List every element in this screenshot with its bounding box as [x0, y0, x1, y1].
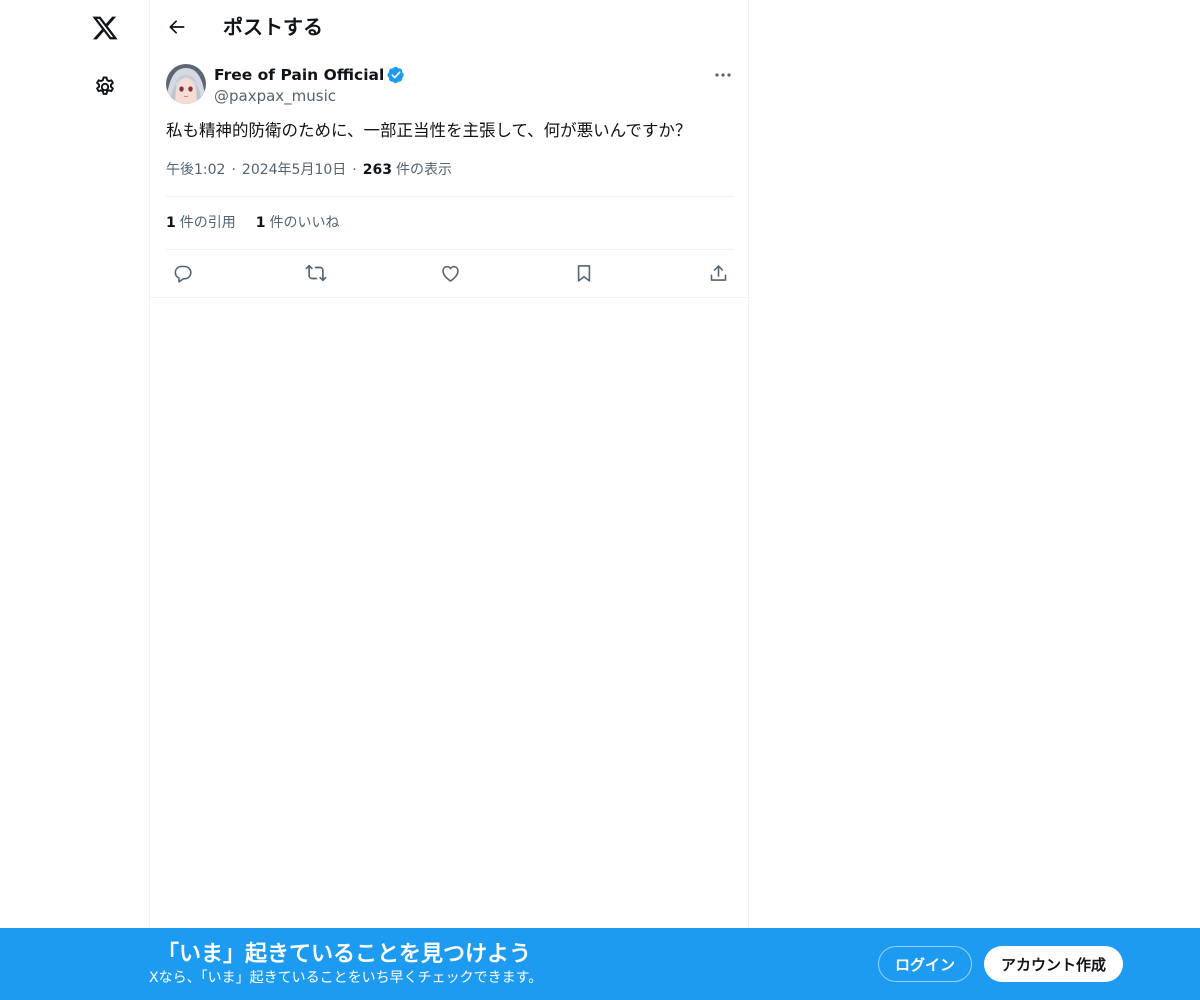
likes-stat[interactable]: 1 件のいいね	[256, 213, 340, 233]
post-date[interactable]: 2024年5月10日	[242, 160, 346, 180]
views-count: 263	[362, 162, 392, 178]
quotes-stat[interactable]: 1 件の引用	[166, 213, 236, 233]
gear-icon	[93, 75, 117, 99]
login-button[interactable]: ログイン	[878, 946, 972, 982]
quotes-count: 1	[166, 215, 176, 231]
repost-button[interactable]	[302, 259, 330, 287]
author-handle[interactable]: @paxpax_music	[214, 86, 336, 106]
bookmark-icon	[574, 263, 594, 283]
post-meta: 午後1:02 · 2024年5月10日 · 263 件の表示	[166, 160, 452, 180]
repost-icon	[305, 262, 327, 284]
main-column: ポストする Free of Pain Official @paxpax_musi…	[149, 0, 749, 1000]
reply-button[interactable]	[168, 259, 196, 287]
action-bar	[150, 259, 749, 287]
more-button[interactable]	[710, 65, 736, 85]
login-prompt-subtitle: Xなら、「いま」起きていることをいち早くチェックできます。	[149, 970, 543, 986]
share-icon	[708, 263, 729, 284]
left-rail	[0, 0, 150, 1000]
share-button[interactable]	[704, 259, 732, 287]
settings-button[interactable]	[87, 69, 123, 105]
page-header: ポストする	[150, 0, 749, 53]
verified-badge-icon	[387, 66, 405, 84]
divider	[166, 196, 734, 197]
page-title: ポストする	[223, 15, 323, 39]
author-name[interactable]: Free of Pain Official	[214, 64, 384, 86]
more-horizontal-icon	[714, 72, 732, 78]
divider	[150, 297, 749, 298]
login-prompt-title: 「いま」起きていることを見つけよう	[157, 942, 532, 967]
signup-button[interactable]: アカウント作成	[984, 946, 1123, 982]
author-name-row[interactable]: Free of Pain Official	[214, 64, 405, 86]
meta-separator: ·	[231, 162, 236, 178]
post-time[interactable]: 午後1:02	[166, 160, 225, 180]
bookmark-button[interactable]	[570, 259, 598, 287]
quotes-label: 件の引用	[179, 215, 236, 231]
divider	[166, 249, 734, 250]
arrow-left-icon	[167, 17, 187, 37]
x-logo-icon[interactable]	[87, 10, 123, 46]
meta-separator: ·	[352, 162, 357, 178]
views-label: 件の表示	[395, 162, 452, 178]
likes-count: 1	[255, 215, 266, 231]
post-text: 私も精神的防衛のために、一部正当性を主張して、何が悪いんですか？	[166, 121, 692, 140]
post-stats: 1 件の引用 1 件のいいね	[166, 213, 360, 233]
reply-icon	[172, 263, 193, 284]
avatar[interactable]	[166, 64, 206, 104]
like-button[interactable]	[436, 259, 464, 287]
likes-label: 件のいいね	[269, 215, 340, 231]
heart-icon	[440, 263, 461, 284]
back-button[interactable]	[160, 10, 194, 44]
